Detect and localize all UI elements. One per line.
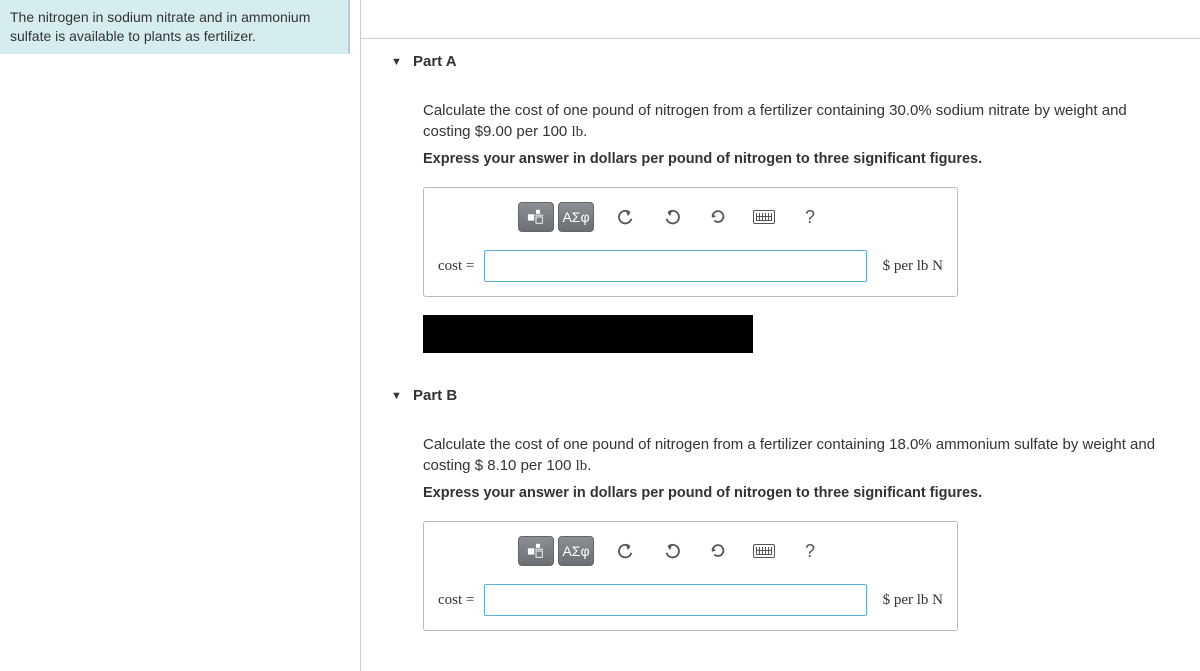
keyboard-icon[interactable] [750,536,778,566]
part-b-toolbar: ΑΣφ ? [518,536,943,566]
part-b-prompt: Calculate the cost of one pound of nitro… [423,434,1170,477]
part-a-header[interactable]: ▼ Part A [361,39,1200,84]
template-icon[interactable] [518,536,554,566]
part-a-answer-input[interactable] [484,250,866,282]
greek-letters-icon[interactable]: ΑΣφ [558,536,594,566]
part-b-instruction: Express your answer in dollars per pound… [423,485,1170,501]
help-icon[interactable]: ? [796,536,824,566]
part-b-title: Part B [413,387,457,404]
part-a-title: Part A [413,53,457,70]
redo-icon[interactable] [658,202,686,232]
caret-down-icon: ▼ [391,390,402,402]
part-b-answer-label: cost = [438,592,474,609]
help-icon[interactable]: ? [796,202,824,232]
part-b-header[interactable]: ▼ Part B [361,373,1200,418]
undo-icon[interactable] [612,202,640,232]
template-icon[interactable] [518,202,554,232]
part-a-answer-box: ΑΣφ ? cost [423,187,958,297]
part-a-answer-label: cost = [438,258,474,275]
caret-down-icon: ▼ [391,56,402,68]
part-b-answer-box: ΑΣφ ? cost [423,521,958,631]
redo-icon[interactable] [658,536,686,566]
part-a-toolbar: ΑΣφ ? [518,202,943,232]
part-a-instruction: Express your answer in dollars per pound… [423,151,1170,167]
redacted-bar [423,315,753,353]
undo-icon[interactable] [612,536,640,566]
part-a-answer-unit: $ per lb N [883,258,943,275]
part-a-prompt: Calculate the cost of one pound of nitro… [423,100,1170,143]
keyboard-icon[interactable] [750,202,778,232]
greek-letters-icon[interactable]: ΑΣφ [558,202,594,232]
reset-icon[interactable] [704,536,732,566]
part-b-answer-input[interactable] [484,584,866,616]
reset-icon[interactable] [704,202,732,232]
part-b-answer-unit: $ per lb N [883,592,943,609]
hint-box: The nitrogen in sodium nitrate and in am… [0,0,350,54]
